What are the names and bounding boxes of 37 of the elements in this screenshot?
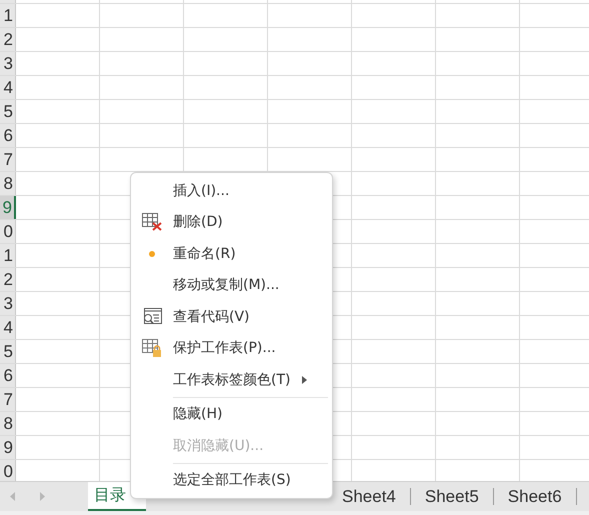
- dot-icon: [149, 250, 155, 257]
- row-header[interactable]: 8: [0, 412, 16, 435]
- row-header[interactable]: 6: [0, 124, 16, 147]
- row-header[interactable]: 3: [0, 292, 16, 315]
- row-header[interactable]: 6: [0, 364, 16, 387]
- row-header[interactable]: 5: [0, 340, 16, 363]
- scroll-left-icon[interactable]: [10, 492, 16, 501]
- row-header[interactable]: 1: [0, 244, 16, 267]
- row-header[interactable]: 4: [0, 316, 16, 339]
- row-header[interactable]: 4: [0, 76, 16, 99]
- view-code-icon: [142, 308, 162, 326]
- row-header[interactable]: 2: [0, 268, 16, 291]
- row-header[interactable]: 9: [0, 196, 16, 219]
- row-header[interactable]: 8: [0, 172, 16, 195]
- menu-item[interactable]: 隐藏(H): [131, 398, 332, 430]
- sheet-lock-icon: [142, 338, 162, 358]
- row-header[interactable]: 9: [0, 436, 16, 459]
- table-delete-icon: [142, 213, 162, 232]
- row-header[interactable]: 5: [0, 100, 16, 123]
- menu-item[interactable]: 删除(D): [131, 206, 332, 238]
- sheet-tab[interactable]: Sheet5: [410, 488, 494, 505]
- row-header[interactable]: 2: [0, 28, 16, 51]
- menu-item[interactable]: 移动或复制(M)...: [131, 270, 332, 301]
- row-header[interactable]: 0: [0, 220, 16, 243]
- scroll-right-icon[interactable]: [39, 492, 45, 501]
- menu-item[interactable]: 查看代码(V): [131, 301, 332, 332]
- row-header[interactable]: 7: [0, 388, 16, 411]
- sheet-tab[interactable]: Sheet6: [494, 488, 577, 505]
- menu-item[interactable]: 工作表标签颜色(T): [131, 364, 332, 396]
- row-header[interactable]: 3: [0, 52, 16, 75]
- row-header[interactable]: 7: [0, 148, 16, 171]
- menu-item[interactable]: 重命名(R): [131, 238, 332, 270]
- menu-item[interactable]: 保护工作表(P)...: [131, 332, 332, 364]
- menu-item[interactable]: 插入(I)...: [131, 175, 332, 206]
- row-header[interactable]: 1: [0, 4, 16, 27]
- submenu-arrow-icon: [302, 376, 308, 384]
- row-header[interactable]: 0: [0, 460, 16, 481]
